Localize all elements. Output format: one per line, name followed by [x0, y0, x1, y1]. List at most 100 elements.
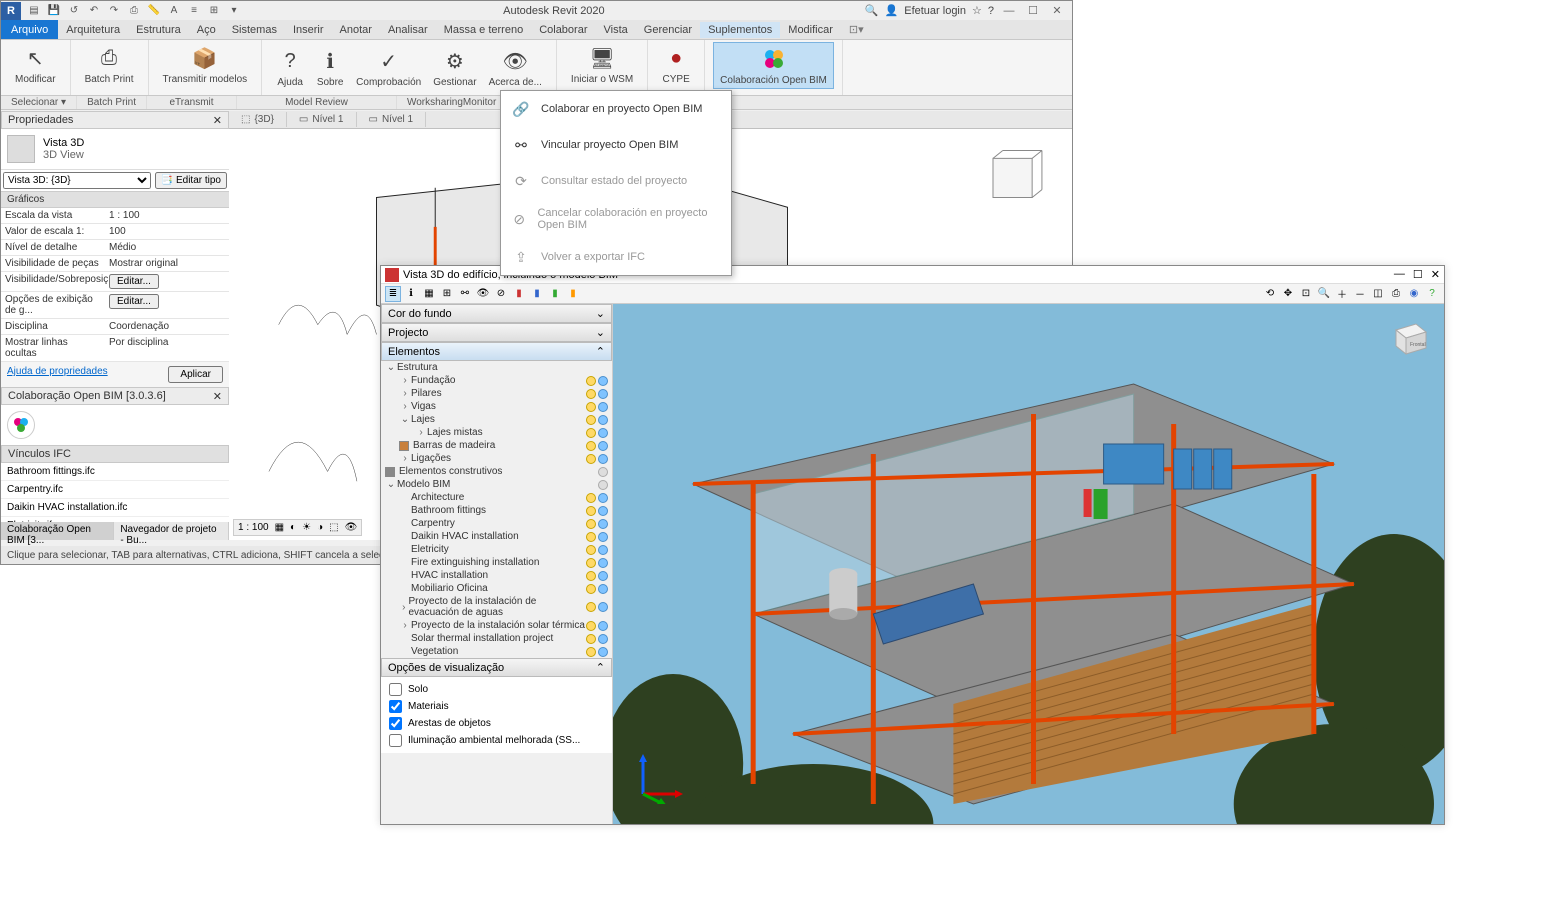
pan-icon[interactable]: ✥ [1280, 286, 1296, 302]
viz-checkbox[interactable] [389, 683, 402, 696]
ifc-link-item[interactable]: Daikin HVAC installation.ifc [1, 499, 229, 517]
ribbon-comprobacion[interactable]: ✓Comprobación [350, 45, 427, 90]
prop-row[interactable]: Visibilidade de peçasMostrar original [1, 256, 229, 272]
visibility-toggles[interactable] [586, 493, 608, 503]
tree-bim-item[interactable]: Architecture [381, 491, 612, 504]
menu-aco[interactable]: Aço [189, 22, 224, 38]
orbit-icon[interactable]: ⟲ [1262, 286, 1278, 302]
scale-display[interactable]: 1 : 100 [238, 522, 269, 533]
print-icon[interactable]: ⎙ [125, 3, 143, 19]
viz-checkbox[interactable] [389, 700, 402, 713]
search-icon[interactable]: 🔍 [865, 4, 879, 17]
menu-estrutura[interactable]: Estrutura [128, 22, 189, 38]
prop-row[interactable]: Valor de escala 1:100 [1, 224, 229, 240]
tree-bim-item[interactable]: Carpentry [381, 517, 612, 530]
close-icon[interactable]: ✕ [213, 390, 222, 403]
ribbon-colaboracion[interactable]: Colaboración Open BIM [713, 42, 834, 89]
tree-toggle-icon[interactable]: ≣ [385, 286, 401, 302]
menu-analisar[interactable]: Analisar [380, 22, 436, 38]
tree-bim-item[interactable]: ›Proyecto de la instalación solar térmic… [381, 619, 612, 632]
file-menu[interactable]: Arquivo [1, 20, 58, 39]
dropdown-item[interactable]: ⚯Vincular proyecto Open BIM [501, 127, 731, 163]
tree-bim-item[interactable]: Fire extinguishing installation [381, 556, 612, 569]
prop-value[interactable]: Editar... [105, 272, 229, 291]
footer-tab-colab[interactable]: Colaboração Open BIM [3... [1, 522, 114, 540]
view-tab-nivel1b[interactable]: ▭Nível 1 [357, 112, 427, 127]
apply-button[interactable]: Aplicar [168, 366, 223, 383]
visibility-toggles[interactable] [586, 634, 608, 644]
ifc-link-item[interactable]: Bathroom fittings.ifc [1, 463, 229, 481]
orange-box-icon[interactable]: ▮ [565, 286, 581, 302]
undo-icon[interactable]: ↶ [85, 3, 103, 19]
visibility-toggles[interactable] [586, 532, 608, 542]
save-icon[interactable]: 💾 [45, 3, 63, 19]
ribbon-cype[interactable]: ●CYPE [656, 42, 696, 87]
visibility-toggles[interactable] [586, 584, 608, 594]
tree-bim-item[interactable]: Bathroom fittings [381, 504, 612, 517]
tree-construtivos[interactable]: Elementos construtivos [381, 465, 612, 478]
prop-value[interactable]: 1 : 100 [105, 208, 229, 223]
section-fundo[interactable]: Cor do fundo⌄ [381, 304, 612, 323]
tree-bim-item[interactable]: Solar thermal installation project [381, 632, 612, 645]
ifc-link-item[interactable]: Carpentry.ifc [1, 481, 229, 499]
settings-icon[interactable]: ◉ [1406, 286, 1422, 302]
prop-value[interactable]: Médio [105, 240, 229, 255]
red-box-icon[interactable]: ▮ [511, 286, 527, 302]
viz-option[interactable]: Materiais [389, 698, 604, 715]
tree-vigas[interactable]: ›Vigas [381, 400, 612, 413]
view-control-bar[interactable]: 1 : 100 ▦ ◐ ☀ ◑ ⬚ 👁 [233, 519, 362, 536]
help-icon[interactable]: ? [1424, 286, 1440, 302]
maximize-button[interactable]: ☐ [1413, 268, 1423, 281]
viz-checkbox[interactable] [389, 717, 402, 730]
viz-option[interactable]: Solo [389, 681, 604, 698]
help-properties-link[interactable]: Ajuda de propriedades [7, 366, 108, 383]
info-icon[interactable]: ℹ [403, 286, 419, 302]
tree-modelo-bim[interactable]: ⌄Modelo BIM [381, 478, 612, 491]
footer-tab-navegador[interactable]: Navegador de projeto - Bu... [114, 522, 229, 540]
section-viz[interactable]: Opções de visualização⌃ [381, 658, 612, 677]
tree-ligacoes[interactable]: ›Ligações [381, 452, 612, 465]
viz-option[interactable]: Iluminação ambiental melhorada (SS... [389, 732, 604, 749]
visibility-toggles[interactable] [586, 519, 608, 529]
ribbon-panel-selecionar[interactable]: Selecionar ▾ [1, 96, 77, 109]
prop-row[interactable]: Nível de detalheMédio [1, 240, 229, 256]
blue-box-icon[interactable]: ▮ [529, 286, 545, 302]
instance-selector[interactable]: Vista 3D: {3D} [3, 172, 151, 189]
menu-suplementos[interactable]: Suplementos [700, 22, 780, 38]
prop-row[interactable]: Mostrar linhas ocultasPor disciplina [1, 335, 229, 362]
visibility-toggles[interactable] [586, 647, 608, 657]
prop-value[interactable]: Coordenação [105, 319, 229, 334]
redo-icon[interactable]: ↷ [105, 3, 123, 19]
view-tab-3d[interactable]: ⬚{3D} [229, 112, 287, 127]
open-icon[interactable]: ▤ [25, 3, 43, 19]
prop-row[interactable]: Visibilidade/Sobreposiç...Editar... [1, 272, 229, 292]
close-icon[interactable]: ✕ [213, 114, 222, 127]
ribbon-batch-print[interactable]: ⎙Batch Print [79, 42, 140, 87]
ribbon-ajuda[interactable]: ?Ajuda [270, 45, 310, 90]
tree-lajes[interactable]: ⌄Lajes [381, 413, 612, 426]
prop-row[interactable]: Opções de exibição de g...Editar... [1, 292, 229, 319]
prop-value[interactable]: Mostrar original [105, 256, 229, 271]
prop-row[interactable]: DisciplinaCoordenação [1, 319, 229, 335]
sync-icon[interactable]: ↺ [65, 3, 83, 19]
prop-value[interactable]: 100 [105, 224, 229, 239]
user-icon[interactable]: 👤 [885, 4, 899, 17]
layers-icon[interactable]: ▦ [421, 286, 437, 302]
visual-style-icon[interactable]: ◐ [290, 522, 296, 533]
menu-overflow-icon[interactable]: ⊡▾ [849, 23, 864, 36]
login-link[interactable]: Efetuar login [904, 5, 966, 17]
switch-icon[interactable]: ▾ [225, 3, 243, 19]
menu-vista[interactable]: Vista [596, 22, 636, 38]
green-box-icon[interactable]: ▮ [547, 286, 563, 302]
viewcube[interactable]: Frontal [1386, 316, 1430, 360]
visibility-toggles[interactable] [586, 545, 608, 555]
zoom-window-icon[interactable]: 🔍 [1316, 286, 1332, 302]
view-tab-nivel1a[interactable]: ▭Nível 1 [287, 112, 357, 127]
minimize-button[interactable]: — [1000, 3, 1018, 19]
ribbon-acerca[interactable]: 👁Acerca de... [483, 45, 548, 90]
visibility-toggles[interactable] [586, 621, 608, 631]
zoom-out-icon[interactable]: － [1352, 286, 1368, 302]
tree-bim-item[interactable]: ›Proyecto de la instalación de evacuació… [381, 595, 612, 619]
tree-fundacao[interactable]: ›Fundação [381, 374, 612, 387]
visibility-toggles[interactable] [586, 602, 608, 612]
